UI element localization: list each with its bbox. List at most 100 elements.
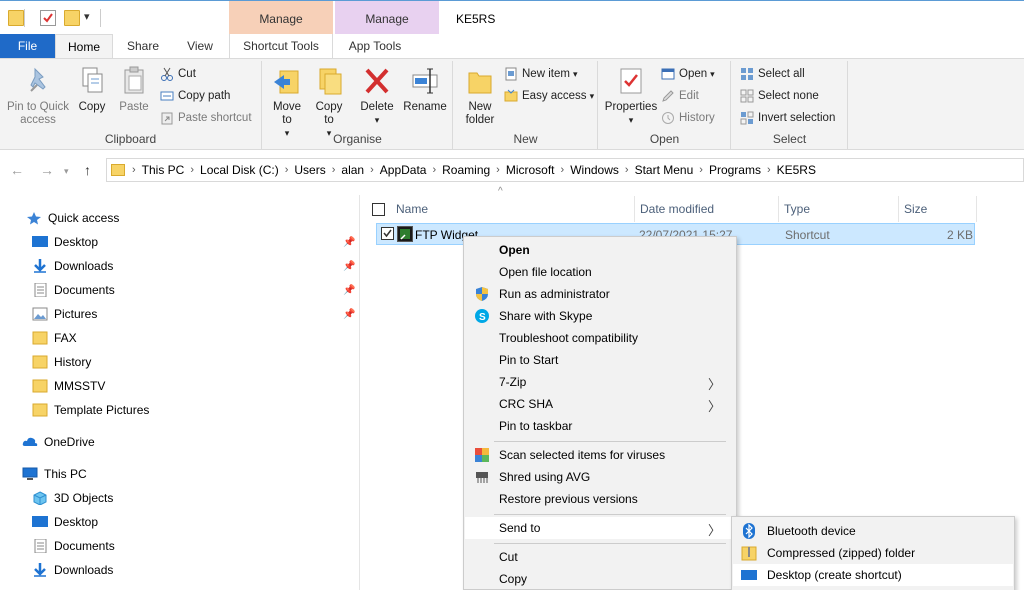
menu-item-run-as-administrator[interactable]: Run as administrator — [465, 283, 735, 305]
nav-item-downloads[interactable]: Downloads — [32, 255, 113, 277]
menu-item-troubleshoot-compatibility[interactable]: Troubleshoot compatibility — [465, 327, 735, 349]
back-arrow-icon[interactable]: ← — [10, 162, 24, 178]
tab-share[interactable]: Share — [116, 34, 170, 58]
submenu-item-desktop-shortcut[interactable]: Desktop (create shortcut) — [733, 564, 1013, 586]
menu-item-shred-avg[interactable]: Shred using AVG — [465, 466, 735, 488]
edit-button[interactable]: Edit — [661, 87, 699, 105]
pin-icon[interactable]: 📌 — [343, 237, 355, 248]
breadcrumb-roaming[interactable]: Roaming — [437, 163, 495, 177]
properties-icon[interactable] — [40, 10, 56, 26]
menu-item-label: Scan selected items for viruses — [499, 448, 666, 462]
new-folder-icon[interactable] — [64, 10, 80, 26]
breadcrumb-ke5rs[interactable]: KE5RS — [772, 163, 821, 177]
pin-icon[interactable]: 📌 — [343, 309, 355, 320]
column-divider[interactable] — [898, 196, 899, 222]
row-checkbox[interactable] — [381, 227, 394, 240]
invert-selection-button[interactable]: Invert selection — [740, 109, 835, 127]
column-header-date[interactable]: Date modified — [640, 196, 714, 222]
select-none-button[interactable]: Select none — [740, 87, 819, 105]
recent-locations-icon[interactable]: ▾ — [64, 166, 69, 177]
nav-item-desktop[interactable]: Desktop — [32, 511, 98, 533]
nav-item-pictures[interactable]: Pictures — [32, 303, 97, 325]
up-arrow-icon[interactable]: ↑ — [84, 162, 91, 178]
cut-button[interactable]: Cut — [160, 65, 196, 83]
copy-path-button[interactable]: Copy path — [160, 87, 230, 105]
menu-item-restore-previous-versions[interactable]: Restore previous versions — [465, 488, 735, 510]
nav-item-mmsstv[interactable]: MMSSTV — [32, 375, 105, 397]
breadcrumb-start-menu[interactable]: Start Menu — [630, 163, 699, 177]
move-to-button[interactable]: Move to ▾ — [269, 65, 305, 140]
easy-access-button[interactable]: Easy access ▾ — [504, 87, 594, 105]
nav-item-desktop[interactable]: Desktop — [32, 231, 98, 253]
breadcrumb-windows[interactable]: Windows — [565, 163, 624, 177]
pin-icon[interactable]: 📌 — [343, 285, 355, 296]
column-divider[interactable] — [634, 196, 635, 222]
select-all-button[interactable]: Select all — [740, 65, 805, 83]
properties-button[interactable]: Properties ▾ — [603, 65, 659, 127]
menu-item-share-with-skype[interactable]: S Share with Skype — [465, 305, 735, 327]
address-bar[interactable]: › This PC › Local Disk (C:) › Users › al… — [106, 158, 1024, 182]
copy-button[interactable]: Copy — [74, 65, 110, 114]
menu-item-7zip[interactable]: 7-Zip 〉 — [465, 371, 735, 393]
nav-item-fax[interactable]: FAX — [32, 327, 77, 349]
column-header-size[interactable]: Size — [904, 196, 927, 222]
menu-item-open[interactable]: Open — [465, 239, 735, 261]
pin-icon[interactable]: 📌 — [343, 261, 355, 272]
tab-view[interactable]: View — [174, 34, 226, 58]
customize-toolbar-icon[interactable]: ▾ — [84, 10, 90, 23]
select-all-checkbox[interactable] — [372, 196, 385, 222]
new-group-label: New — [513, 132, 538, 146]
context-menu: Open Open file location Run as administr… — [463, 236, 737, 590]
history-icon — [661, 111, 675, 125]
nav-item-downloads[interactable]: Downloads — [32, 559, 113, 581]
paste-button[interactable]: Paste — [116, 65, 152, 114]
forward-arrow-icon[interactable]: → — [40, 162, 54, 178]
breadcrumb-microsoft[interactable]: Microsoft — [501, 163, 560, 177]
nav-quick-access[interactable]: Quick access — [26, 207, 119, 229]
column-divider[interactable] — [976, 196, 977, 222]
nav-item-history[interactable]: History — [32, 351, 91, 373]
new-folder-button[interactable]: New folder — [458, 65, 502, 127]
pin-quick-access-button[interactable]: Pin to Quick access — [4, 65, 72, 127]
open-button[interactable]: Open ▾ — [661, 65, 715, 83]
tab-app-tools[interactable]: App Tools — [335, 34, 415, 58]
column-divider[interactable] — [778, 196, 779, 222]
nav-this-pc[interactable]: This PC — [22, 463, 87, 485]
copy-to-button[interactable]: Copy to ▾ — [311, 65, 347, 140]
menu-item-pin-to-start[interactable]: Pin to Start — [465, 349, 735, 371]
menu-item-pin-to-taskbar[interactable]: Pin to taskbar — [465, 415, 735, 437]
nav-item-template-pictures[interactable]: Template Pictures — [32, 399, 149, 421]
cut-label: Cut — [178, 68, 196, 80]
menu-item-crc-sha[interactable]: CRC SHA 〉 — [465, 393, 735, 415]
nav-item-label: Template Pictures — [54, 403, 150, 417]
paste-shortcut-button[interactable]: Paste shortcut — [160, 109, 252, 127]
breadcrumb-appdata[interactable]: AppData — [375, 163, 432, 177]
breadcrumb-local-disk[interactable]: Local Disk (C:) — [195, 163, 284, 177]
breadcrumb-this-pc[interactable]: This PC — [137, 163, 190, 177]
nav-item-documents[interactable]: Documents — [32, 279, 115, 301]
submenu-item-compressed-folder[interactable]: Compressed (zipped) folder — [733, 542, 1013, 564]
menu-item-scan-viruses[interactable]: Scan selected items for viruses — [465, 444, 735, 466]
tab-file[interactable]: File — [0, 34, 55, 58]
new-item-button[interactable]: New item ▾ — [504, 65, 577, 83]
tab-shortcut-tools[interactable]: Shortcut Tools — [229, 34, 333, 58]
nav-item-documents[interactable]: Documents — [32, 535, 115, 557]
breadcrumb-users[interactable]: Users — [289, 163, 330, 177]
column-header-type[interactable]: Type — [784, 196, 810, 222]
breadcrumb-alan[interactable]: alan — [336, 163, 369, 177]
delete-button[interactable]: Delete ▾ — [359, 65, 395, 127]
column-header-name[interactable]: Name — [396, 196, 428, 222]
nav-item-3d-objects[interactable]: 3D Objects — [32, 487, 113, 509]
menu-item-copy[interactable]: Copy — [465, 568, 735, 590]
menu-item-send-to[interactable]: Send to 〉 — [465, 517, 735, 539]
menu-item-cut[interactable]: Cut — [465, 546, 735, 568]
open-group: Properties ▾ Open ▾ Edit History Open — [599, 61, 731, 149]
menu-item-open-file-location[interactable]: Open file location — [465, 261, 735, 283]
nav-onedrive[interactable]: OneDrive — [22, 431, 95, 453]
breadcrumb-programs[interactable]: Programs — [704, 163, 766, 177]
delete-label: Delete — [360, 101, 394, 113]
history-button[interactable]: History — [661, 109, 715, 127]
rename-button[interactable]: Rename — [403, 65, 447, 114]
tab-home[interactable]: Home — [55, 34, 113, 58]
submenu-item-bluetooth[interactable]: Bluetooth device — [733, 520, 1013, 542]
